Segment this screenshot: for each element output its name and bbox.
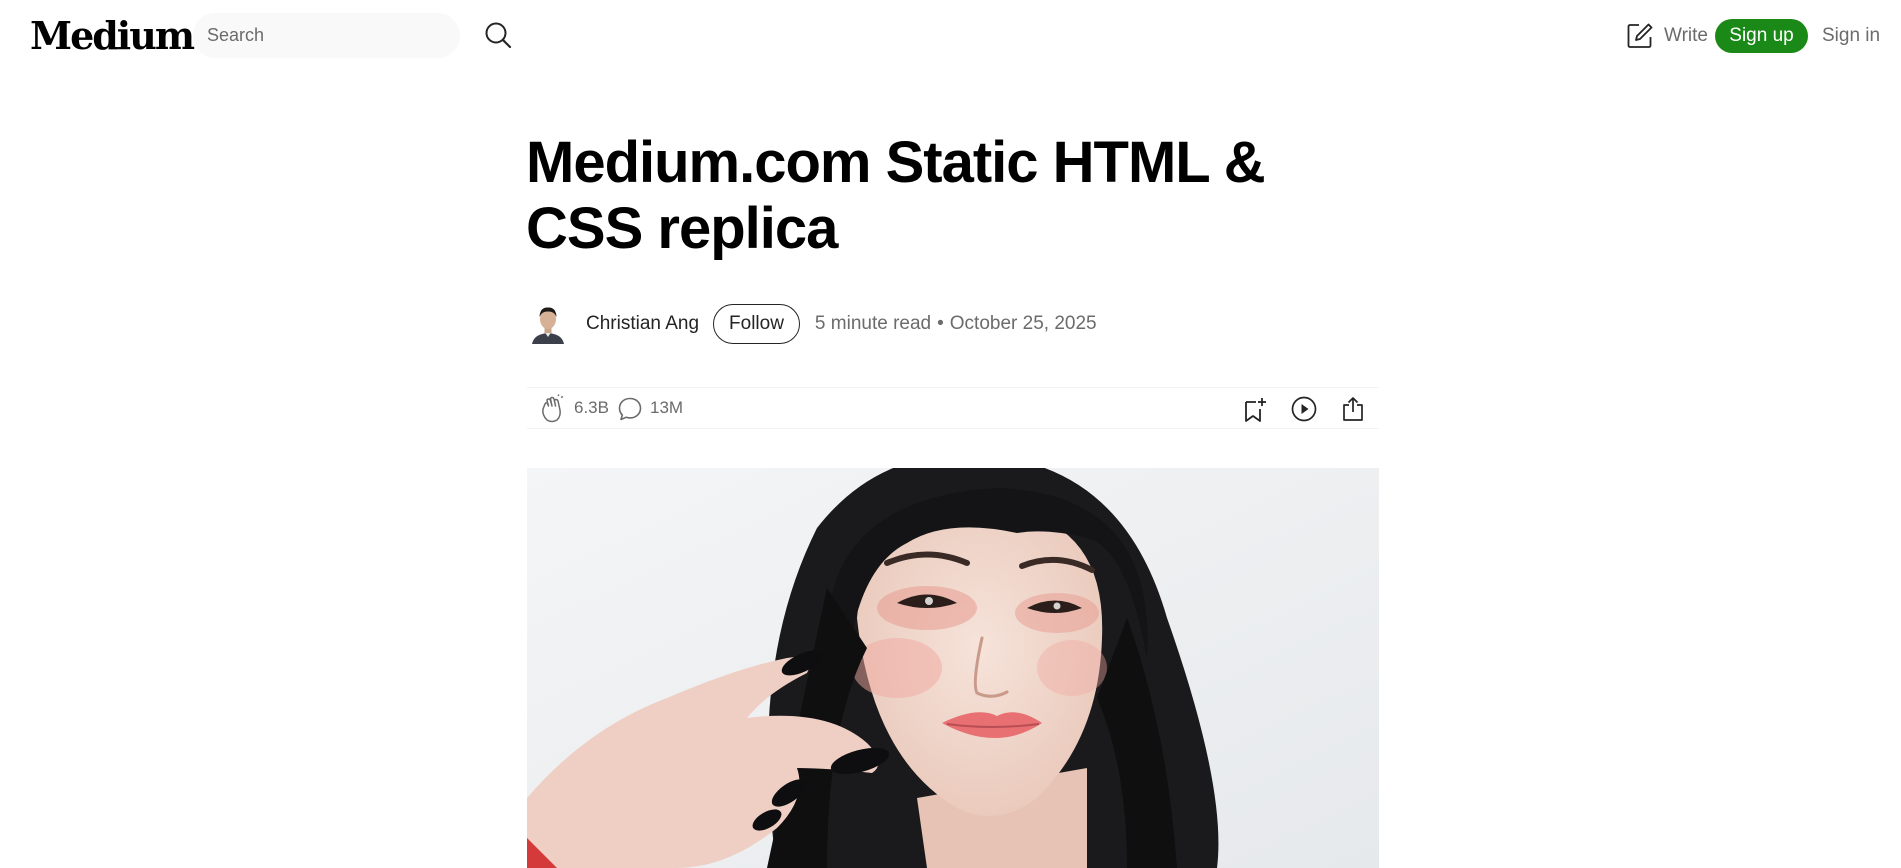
write-icon	[1627, 23, 1653, 48]
meta-separator: •	[937, 313, 944, 334]
share-icon[interactable]	[1340, 395, 1366, 423]
search-icon[interactable]	[484, 21, 512, 49]
article-action-bar: 6.3B 13M	[527, 387, 1379, 429]
search-input[interactable]	[207, 13, 447, 58]
write-label: Write	[1664, 25, 1708, 46]
article-title: Medium.com Static HTML & CSS replica	[526, 130, 1266, 261]
publish-date: October 25, 2025	[949, 313, 1097, 334]
clap-count: 6.3B	[574, 398, 609, 417]
follow-button[interactable]: Follow	[713, 304, 800, 344]
article-meta: Christian Ang Follow 5 minute read • Oct…	[530, 302, 1097, 346]
bookmark-add-icon[interactable]	[1242, 396, 1268, 424]
write-link[interactable]: Write	[1625, 20, 1708, 52]
top-navbar: Medium Write Sign up Sign in	[0, 0, 1901, 72]
hero-portrait-illustration	[527, 468, 1379, 868]
sign-up-button[interactable]: Sign up	[1715, 19, 1808, 53]
author-name[interactable]: Christian Ang	[586, 313, 699, 335]
author-avatar[interactable]	[530, 304, 566, 344]
play-circle-icon[interactable]	[1290, 395, 1318, 423]
search-box	[193, 13, 460, 58]
medium-logo[interactable]: Medium	[30, 12, 195, 60]
clap-icon[interactable]	[539, 394, 567, 424]
comment-count: 13M	[650, 398, 684, 417]
hero-image	[527, 468, 1379, 868]
sign-in-link[interactable]: Sign in	[1822, 21, 1880, 51]
comment-icon[interactable]	[617, 396, 643, 422]
read-time: 5 minute read	[814, 313, 932, 334]
